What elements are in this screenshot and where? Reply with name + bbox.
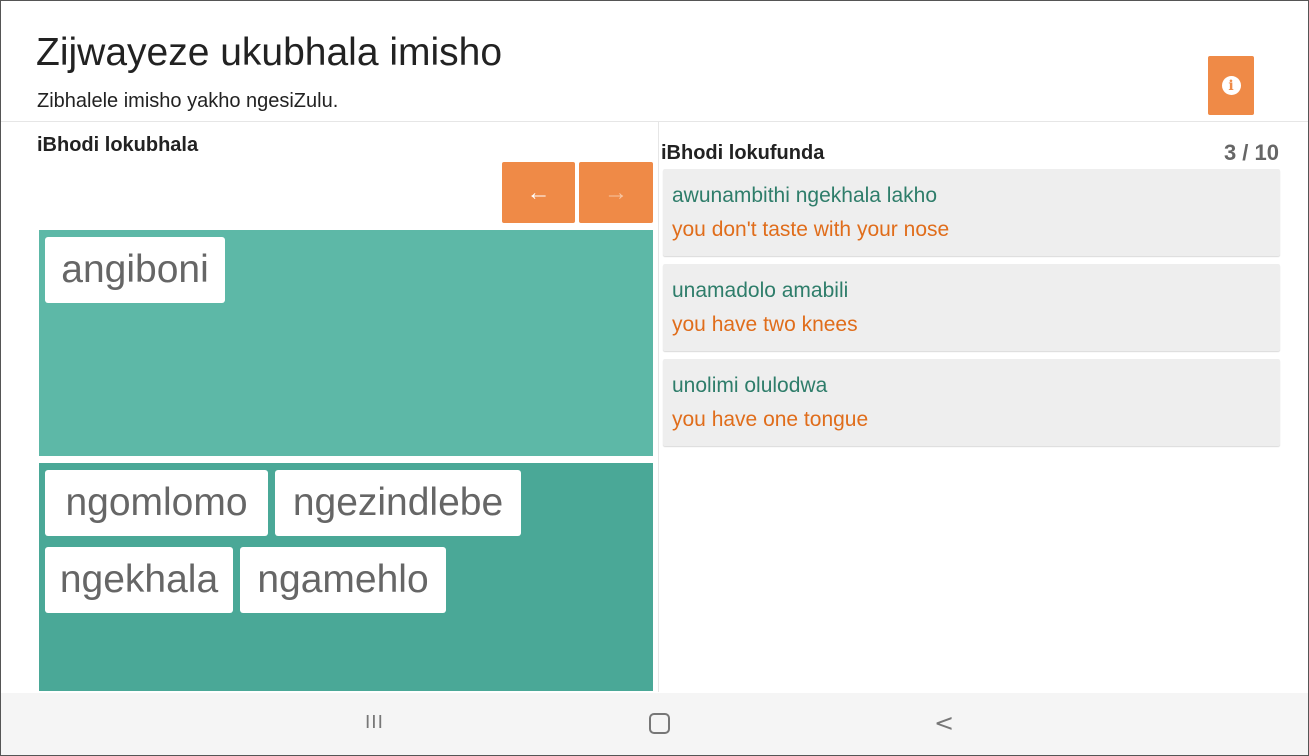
sentence-card[interactable]: unamadolo amabili you have two knees	[663, 264, 1280, 351]
header: Zijwayeze ukubhala imisho Zibhalele imis…	[1, 1, 1308, 122]
arrow-left-icon: ←	[526, 178, 551, 206]
zulu-sentence: awunambithi ngekhala lakho	[672, 184, 938, 207]
progress-counter: 3 / 10	[1223, 140, 1279, 165]
english-translation: you don't taste with your nose	[672, 218, 950, 241]
home-icon[interactable]	[649, 713, 670, 734]
english-translation: you have one tongue	[672, 408, 869, 431]
arrow-right-icon: →	[604, 178, 628, 206]
answer-word-tile[interactable]: angiboni	[45, 237, 225, 303]
zulu-sentence: unamadolo amabili	[672, 279, 849, 302]
word-bank-tile[interactable]: ngomlomo	[45, 470, 268, 536]
info-button[interactable]: i	[1208, 56, 1254, 115]
writing-board-title: iBhodi lokubhala	[37, 134, 199, 156]
page-subtitle: Zibhalele imisho yakho ngesiZulu.	[37, 90, 339, 112]
word-bank-tile[interactable]: ngezindlebe	[275, 470, 521, 536]
zulu-sentence: unolimi olulodwa	[672, 374, 828, 397]
english-translation: you have two knees	[672, 313, 858, 336]
previous-button[interactable]: ←	[502, 162, 575, 223]
pane-divider	[658, 122, 659, 692]
app-window: Zijwayeze ukubhala imisho Zibhalele imis…	[0, 0, 1309, 756]
sentence-card[interactable]: awunambithi ngekhala lakho you don't tas…	[663, 169, 1280, 256]
system-navigation-bar: III <	[1, 693, 1308, 755]
word-bank-tile[interactable]: ngekhala	[45, 547, 233, 613]
answer-drop-area[interactable]: angiboni	[39, 230, 653, 456]
word-bank-tile[interactable]: ngamehlo	[240, 547, 446, 613]
learning-board-title: iBhodi lokufunda	[661, 142, 825, 164]
page-title: Zijwayeze ukubhala imisho	[36, 31, 503, 74]
next-button[interactable]: →	[579, 162, 653, 223]
word-bank-area: ngomlomo ngezindlebe ngekhala ngamehlo	[39, 463, 653, 691]
info-icon: i	[1221, 76, 1241, 95]
sentence-card[interactable]: unolimi olulodwa you have one tongue	[663, 359, 1280, 446]
recents-icon[interactable]: III	[365, 712, 384, 733]
back-icon[interactable]: <	[934, 709, 954, 737]
